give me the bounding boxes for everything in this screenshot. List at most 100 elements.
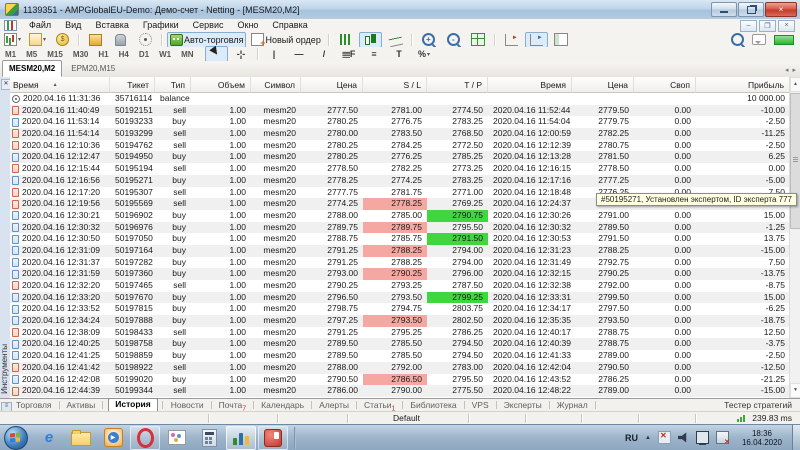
broadcast-button[interactable]: [134, 32, 157, 48]
history-row[interactable]: 2020.04.16 12:32:2050197465sell1.00mesm2…: [10, 280, 790, 292]
trendline-button[interactable]: /: [313, 46, 336, 62]
text-tool-button[interactable]: T: [388, 46, 411, 62]
strategy-tester-label[interactable]: Тестер стратегий: [724, 400, 792, 410]
history-row[interactable]: 2020.04.16 11:40:4950192151sell1.00mesm2…: [10, 105, 790, 117]
column-header-time[interactable]: Время▲: [10, 77, 110, 93]
symbols-button[interactable]: $: [51, 32, 74, 48]
chart-shift-button[interactable]: [500, 32, 523, 48]
new-chart-button[interactable]: ▾: [1, 32, 24, 48]
column-header-close-time[interactable]: Время: [488, 77, 572, 93]
history-row[interactable]: 2020.04.16 12:10:3650194762sell1.00mesm2…: [10, 140, 790, 152]
history-row[interactable]: 2020.04.16 12:31:3750197282buy1.00mesm20…: [10, 257, 790, 269]
channel-button[interactable]: ≡: [363, 46, 386, 62]
horizontal-line-button[interactable]: —: [288, 46, 311, 62]
scrollbar-thumb[interactable]: [790, 93, 800, 229]
timeframe-button[interactable]: W1: [154, 48, 176, 61]
menu-item[interactable]: Справка: [265, 19, 314, 32]
timeframe-button[interactable]: M30: [68, 48, 94, 61]
tile-windows-button[interactable]: [467, 32, 490, 48]
show-desktop-button[interactable]: [792, 425, 800, 450]
history-row[interactable]: 2020.04.16 12:15:4450195194sell1.00mesm2…: [10, 163, 790, 175]
taskbar-ie-button[interactable]: e: [34, 426, 64, 450]
column-header-profit[interactable]: Прибыль: [696, 77, 790, 93]
child-close-icon[interactable]: ×: [778, 20, 795, 32]
restore-button[interactable]: [738, 2, 764, 17]
vertical-scrollbar[interactable]: ▲ ▼: [789, 77, 800, 398]
history-row[interactable]: 2020.04.16 12:33:5250197815buy1.00mesm20…: [10, 303, 790, 315]
start-button[interactable]: [4, 426, 28, 450]
zoom-out-button[interactable]: -: [442, 32, 465, 48]
column-header-price[interactable]: Цена: [301, 77, 363, 93]
timeframe-button[interactable]: D1: [134, 48, 154, 61]
taskbar-media-player-button[interactable]: ▶: [98, 426, 128, 450]
history-row[interactable]: 2020.04.16 11:31:3635716114balance10 000…: [10, 93, 790, 105]
tray-error-icon[interactable]: [658, 431, 671, 444]
history-row[interactable]: 2020.04.16 12:38:0950198433sell1.00mesm2…: [10, 327, 790, 339]
profiles-button[interactable]: ▾: [26, 32, 49, 48]
chat-icon[interactable]: [752, 34, 766, 45]
timeframe-button[interactable]: H4: [114, 48, 134, 61]
timeframe-button[interactable]: H1: [93, 48, 113, 61]
toolbox-tab[interactable]: Эксперты: [502, 399, 544, 411]
toolbox-tab[interactable]: Библиотека: [408, 399, 458, 411]
toolbox-tab[interactable]: Календарь: [259, 399, 306, 411]
column-header-swap[interactable]: Своп: [634, 77, 696, 93]
community-button[interactable]: [109, 32, 132, 48]
auto-scroll-button[interactable]: [525, 32, 548, 48]
toolbox-tab[interactable]: Почта7: [217, 399, 249, 411]
timeframe-button[interactable]: MN: [176, 48, 198, 61]
vertical-line-button[interactable]: |: [263, 46, 286, 62]
toolbox-tab[interactable]: VPS: [470, 399, 491, 411]
profile-name[interactable]: Default: [393, 413, 420, 423]
toolbox-tab[interactable]: Активы: [65, 399, 98, 411]
taskbar-opera-button[interactable]: [130, 426, 160, 450]
scroll-up-icon[interactable]: ▲: [790, 77, 800, 92]
history-row[interactable]: 2020.04.16 12:31:5950197360buy1.00mesm20…: [10, 268, 790, 280]
history-row[interactable]: 2020.04.16 11:54:1450193299sell1.00mesm2…: [10, 128, 790, 140]
taskbar-explorer-button[interactable]: [66, 426, 96, 450]
toolbox-tab[interactable]: Статьи1: [362, 399, 397, 411]
column-header-close-price[interactable]: Цена: [572, 77, 634, 93]
network-icon[interactable]: [696, 431, 709, 444]
menu-item[interactable]: Вид: [58, 19, 88, 32]
docking-button[interactable]: [550, 32, 573, 48]
history-row[interactable]: 2020.04.16 12:30:5050197050buy1.00mesm20…: [10, 233, 790, 245]
history-row[interactable]: 2020.04.16 12:16:5650195271buy1.00mesm20…: [10, 175, 790, 187]
column-header-tp[interactable]: T / P: [427, 77, 488, 93]
fibonacci-button[interactable]: 𝄙F: [338, 46, 361, 62]
history-row[interactable]: 2020.04.16 12:42:0850199020buy1.00mesm20…: [10, 374, 790, 386]
timeframe-button[interactable]: M1: [0, 48, 21, 61]
toolbox-tab[interactable]: Журнал: [555, 399, 590, 411]
menu-item[interactable]: Графики: [136, 19, 186, 32]
search-icon[interactable]: [731, 33, 744, 46]
tab-scroll-right-icon[interactable]: ▸: [792, 66, 796, 74]
crosshair-button[interactable]: -¦-: [230, 46, 253, 62]
history-row[interactable]: 2020.04.16 12:41:2550198859buy1.00mesm20…: [10, 350, 790, 362]
history-row[interactable]: 2020.04.16 12:12:4750194950buy1.00mesm20…: [10, 151, 790, 163]
taskbar-calculator-button[interactable]: [194, 426, 224, 450]
tab-scroll-left-icon[interactable]: ◂: [785, 66, 789, 74]
timeframe-button[interactable]: M5: [21, 48, 42, 61]
history-row[interactable]: 2020.04.16 12:31:0950197164buy1.00mesm20…: [10, 245, 790, 257]
toolbox-tab[interactable]: Новости: [169, 399, 206, 411]
toolbox-tab[interactable]: Алерты: [317, 399, 351, 411]
cursor-button[interactable]: [205, 46, 228, 62]
history-row[interactable]: 2020.04.16 12:30:2150196902buy1.00mesm20…: [10, 210, 790, 222]
taskbar-paint-button[interactable]: [162, 426, 192, 450]
menu-item[interactable]: Сервис: [186, 19, 231, 32]
close-button[interactable]: ×: [765, 2, 797, 17]
history-row[interactable]: 2020.04.16 12:41:4250198922sell1.00mesm2…: [10, 362, 790, 374]
hidden-icons-chevron-icon[interactable]: ▲: [645, 435, 651, 441]
menu-item[interactable]: Файл: [22, 19, 58, 32]
percent-tool-button[interactable]: %▾: [413, 46, 436, 62]
history-row[interactable]: 2020.04.16 12:33:2050197670buy1.00mesm20…: [10, 292, 790, 304]
minimize-button[interactable]: [711, 2, 737, 17]
column-header-sl[interactable]: S / L: [363, 77, 427, 93]
timeframe-button[interactable]: M15: [42, 48, 68, 61]
volume-icon[interactable]: [678, 432, 689, 443]
column-header-ticket[interactable]: Тикет: [110, 77, 155, 93]
toolbox-tab[interactable]: Торговля: [14, 399, 54, 411]
menu-item[interactable]: Окно: [231, 19, 266, 32]
taskbar-metatrader-button[interactable]: [226, 426, 256, 450]
taskbar-clock[interactable]: 18:36 16.04.2020: [736, 429, 788, 447]
